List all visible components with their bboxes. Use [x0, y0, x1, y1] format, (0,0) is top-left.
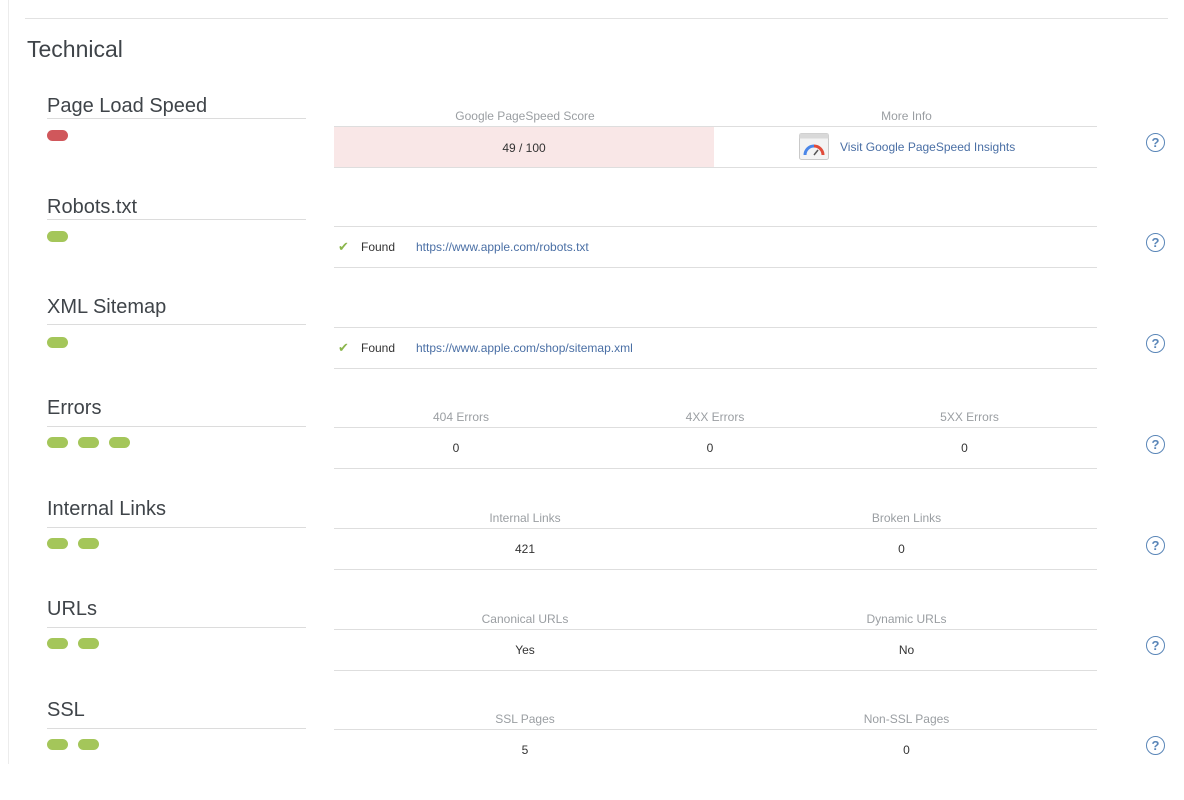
- col-header-score: Google PageSpeed Score: [455, 109, 595, 123]
- row-xml-sitemap: XML Sitemap ✔ Found https://www.apple.co…: [0, 296, 1184, 397]
- col-header-internal-links: Internal Links: [489, 511, 561, 525]
- col-header-ssl-pages: SSL Pages: [495, 712, 555, 726]
- table-line-top: [334, 629, 1097, 630]
- status-pill-green: [47, 739, 68, 750]
- row-title: Robots.txt: [47, 196, 138, 218]
- row-title: Page Load Speed: [47, 95, 208, 117]
- status-pill-green: [47, 231, 68, 242]
- value-canonical-urls: Yes: [515, 643, 535, 657]
- row-errors: Errors 404 Errors 4XX Errors 5XX Errors …: [0, 397, 1184, 498]
- col-header-canonical-urls: Canonical URLs: [481, 612, 569, 626]
- value-5xx: 0: [961, 441, 968, 455]
- table-line-bottom: [334, 267, 1097, 268]
- table-line-top: [334, 528, 1097, 529]
- row-underline: [47, 219, 306, 220]
- help-icon[interactable]: ?: [1146, 133, 1165, 152]
- status-pill-green: [47, 638, 68, 649]
- found-status: Found: [361, 240, 396, 254]
- help-icon[interactable]: ?: [1146, 736, 1165, 755]
- row-underline: [47, 324, 306, 325]
- col-header-404: 404 Errors: [432, 410, 490, 424]
- help-icon[interactable]: ?: [1146, 435, 1165, 454]
- help-icon[interactable]: ?: [1146, 636, 1165, 655]
- row-internal-links: Internal Links Internal Links Broken Lin…: [0, 498, 1184, 599]
- row-page-load-speed: Page Load Speed Google PageSpeed Score M…: [0, 95, 1184, 196]
- table-line-top: [334, 427, 1097, 428]
- section-title: Technical: [27, 36, 123, 62]
- table-line-top: [334, 327, 1097, 328]
- row-title: SSL: [47, 699, 85, 721]
- col-header-4xx: 4XX Errors: [685, 410, 745, 424]
- pagespeed-score: 49 / 100: [502, 141, 546, 155]
- status-pill-green: [47, 337, 68, 348]
- table-line-bottom: [334, 368, 1097, 369]
- robots-url-link[interactable]: https://www.apple.com/robots.txt: [416, 240, 589, 254]
- table-line-bottom: [334, 167, 1097, 168]
- found-status: Found: [361, 341, 396, 355]
- col-header-more-info: More Info: [881, 109, 932, 123]
- status-pill-green: [78, 638, 99, 649]
- row-title: Errors: [47, 397, 102, 419]
- table-line-bottom: [334, 569, 1097, 570]
- value-dynamic-urls: No: [898, 643, 915, 657]
- value-non-ssl-pages: 0: [903, 743, 910, 757]
- value-ssl-pages: 5: [521, 743, 529, 757]
- col-header-broken-links: Broken Links: [871, 511, 942, 525]
- value-4xx: 0: [706, 441, 714, 455]
- col-header-dynamic-urls: Dynamic URLs: [866, 612, 947, 626]
- status-pill-green: [78, 739, 99, 750]
- check-icon: ✔: [338, 340, 349, 355]
- row-underline: [47, 627, 306, 628]
- row-urls: URLs Canonical URLs Dynamic URLs Yes No …: [0, 598, 1184, 699]
- value-broken-links: 0: [898, 542, 905, 556]
- col-header-5xx: 5XX Errors: [940, 410, 999, 424]
- status-pill-green: [78, 538, 99, 549]
- pagespeed-gauge-icon: [799, 133, 829, 160]
- row-underline: [47, 426, 306, 427]
- row-title: URLs: [47, 598, 98, 620]
- check-icon: ✔: [338, 239, 349, 254]
- row-underline: [47, 118, 306, 119]
- value-internal-links: 421: [514, 542, 536, 556]
- col-header-non-ssl-pages: Non-SSL Pages: [863, 712, 950, 726]
- status-pill-green: [109, 437, 130, 448]
- help-icon[interactable]: ?: [1146, 536, 1165, 555]
- top-divider: [25, 18, 1168, 19]
- pagespeed-insights-link[interactable]: Visit Google PageSpeed Insights: [840, 140, 1015, 154]
- status-pill-green: [78, 437, 99, 448]
- table-line-bottom: [334, 670, 1097, 671]
- help-icon[interactable]: ?: [1146, 334, 1165, 353]
- table-line-top: [334, 729, 1097, 730]
- table-line-top: [334, 226, 1097, 227]
- status-pill-green: [47, 538, 68, 549]
- row-underline: [47, 728, 306, 729]
- row-title: XML Sitemap: [47, 296, 167, 318]
- table-line-bottom: [334, 468, 1097, 469]
- row-ssl: SSL SSL Pages Non-SSL Pages 5 0 ?: [0, 699, 1184, 800]
- sitemap-url-link[interactable]: https://www.apple.com/shop/sitemap.xml: [416, 341, 633, 355]
- status-pill-red: [47, 130, 68, 141]
- status-pill-green: [47, 437, 68, 448]
- row-title: Internal Links: [47, 498, 166, 520]
- value-404: 0: [452, 441, 460, 455]
- row-robots-txt: Robots.txt ✔ Found https://www.apple.com…: [0, 196, 1184, 297]
- help-icon[interactable]: ?: [1146, 233, 1165, 252]
- row-underline: [47, 527, 306, 528]
